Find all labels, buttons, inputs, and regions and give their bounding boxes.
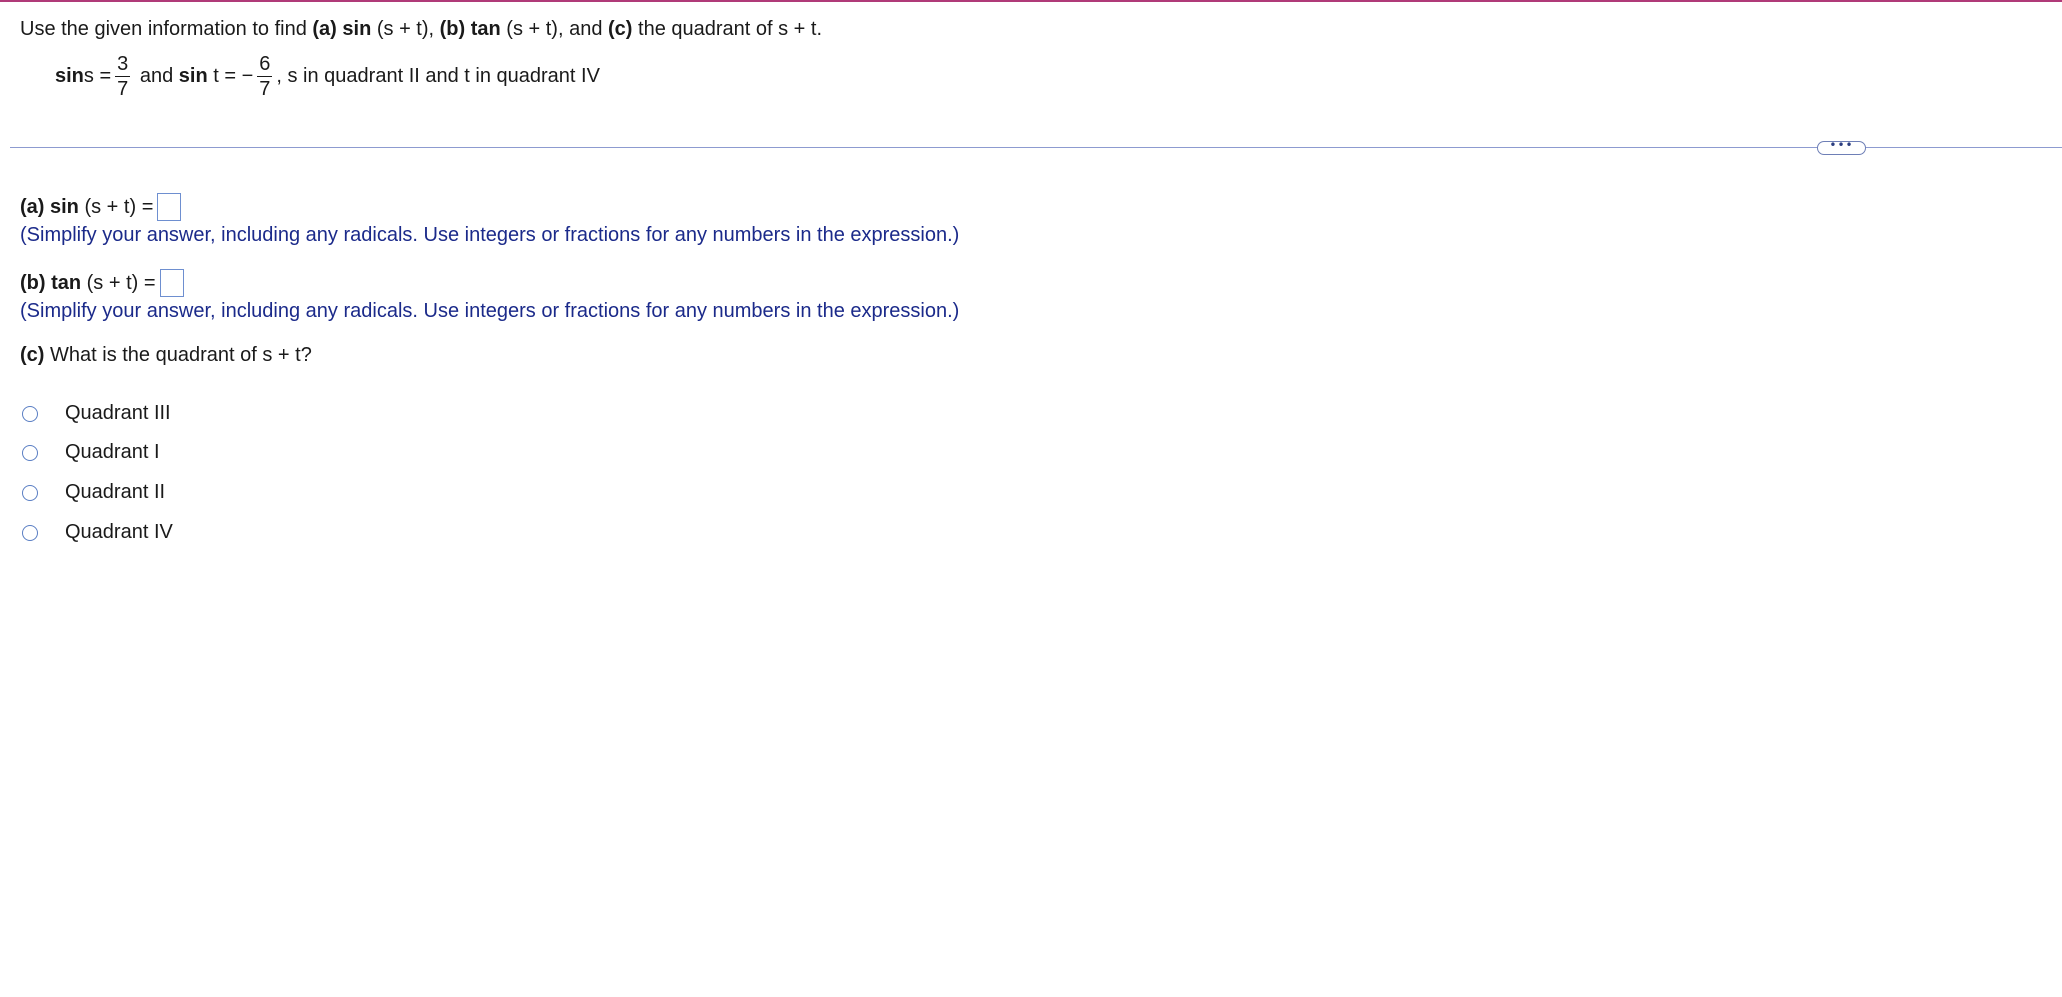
radio-button[interactable] — [22, 484, 38, 501]
intro-part-b: (b) tan — [439, 18, 501, 40]
intro-text: (s + t), — [371, 18, 440, 40]
part-b-label: (b) tan — [20, 271, 82, 294]
intro-text: (s + t), and — [500, 18, 608, 40]
part-c-row: (c) What is the quadrant of s + t? — [20, 344, 312, 367]
intro-text: the quadrant of s + t. — [632, 18, 823, 40]
part-a-hint: (Simplify your answer, including any rad… — [20, 224, 960, 246]
part-c-label: (c) — [20, 344, 45, 366]
part-b-row: (b) tan (s + t) = — [20, 269, 184, 297]
radio-button[interactable] — [22, 524, 38, 541]
choice-label: Quadrant II — [65, 481, 166, 503]
more-options-button[interactable]: ••• — [1817, 139, 1866, 155]
part-c-question: What is the quadrant of s + t? — [44, 344, 312, 366]
fraction-sin-t: 6 7 — [257, 52, 273, 100]
choice-label: Quadrant IV — [65, 521, 173, 543]
and-text: and — [134, 64, 179, 87]
fraction-numerator: 3 — [115, 52, 131, 77]
answer-input-a[interactable] — [157, 193, 182, 221]
part-a-label: (a) sin — [20, 195, 79, 218]
sin-label: sin — [178, 64, 208, 87]
answer-input-b[interactable] — [159, 269, 184, 297]
fraction-denominator: 7 — [117, 77, 129, 100]
given-information: sin s = 3 7 and sin t = − 6 7 , s in qua… — [55, 48, 600, 104]
quadrant-conditions: , s in quadrant II and t in quadrant IV — [276, 64, 600, 87]
fraction-numerator: 6 — [257, 52, 273, 77]
sin-label: sin — [55, 64, 84, 87]
part-a-row: (a) sin (s + t) = — [20, 193, 182, 221]
choice-quadrant-i[interactable]: Quadrant I — [22, 441, 160, 464]
part-b-expression: (s + t) = — [81, 271, 156, 294]
choice-label: Quadrant III — [65, 402, 171, 424]
part-a-expression: (s + t) = — [78, 195, 154, 218]
question-intro: Use the given information to find (a) si… — [20, 16, 822, 42]
intro-text: Use the given information to find — [20, 18, 313, 40]
choice-quadrant-ii[interactable]: Quadrant II — [22, 481, 165, 504]
fraction-sin-s: 3 7 — [115, 52, 131, 100]
part-b-hint: (Simplify your answer, including any rad… — [20, 300, 960, 322]
fraction-denominator: 7 — [259, 77, 271, 100]
section-divider — [10, 147, 2062, 148]
intro-part-a: (a) sin — [312, 18, 372, 40]
radio-button[interactable] — [22, 444, 38, 461]
choice-quadrant-iii[interactable]: Quadrant III — [22, 402, 171, 425]
top-border — [0, 0, 2062, 2]
s-equals: s = — [83, 64, 112, 87]
intro-part-c: (c) — [608, 18, 633, 40]
t-equals: t = − — [207, 64, 254, 87]
choice-label: Quadrant I — [65, 441, 160, 463]
radio-button[interactable] — [22, 405, 38, 422]
choice-quadrant-iv[interactable]: Quadrant IV — [22, 521, 173, 544]
